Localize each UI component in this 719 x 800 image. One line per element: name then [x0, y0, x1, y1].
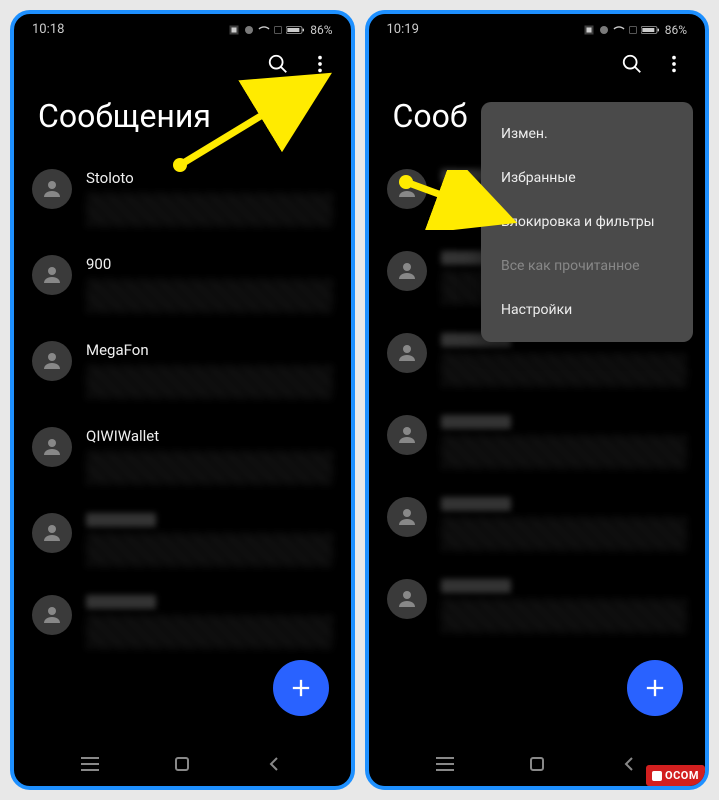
context-menu: Измен. Избранные Блокировка и фильтры Вс… — [481, 102, 693, 342]
phone-screenshot-left: 10:18 86% Сообщения Stoloto — [10, 10, 355, 790]
contact-name-blurred — [441, 415, 511, 429]
avatar — [387, 415, 427, 455]
message-preview-blurred — [86, 533, 333, 567]
message-preview-blurred — [441, 517, 688, 551]
status-time: 10:19 — [387, 22, 419, 37]
conversation-item[interactable]: Stoloto — [32, 159, 333, 245]
search-icon[interactable] — [621, 53, 643, 79]
watermark-logo: OCOM — [646, 765, 705, 786]
nav-back-icon[interactable] — [617, 752, 641, 776]
message-preview-blurred — [441, 599, 688, 633]
avatar — [32, 255, 72, 295]
nav-home-icon[interactable] — [525, 752, 549, 776]
contact-name: QIWIWallet — [86, 427, 333, 445]
avatar — [387, 333, 427, 373]
contact-name-blurred — [441, 497, 511, 511]
battery-percent: 86% — [310, 23, 332, 37]
status-time: 10:18 — [32, 22, 64, 37]
message-preview-blurred — [86, 615, 333, 649]
conversation-item[interactable]: QIWIWallet — [32, 417, 333, 503]
battery-percent: 86% — [665, 23, 687, 37]
message-preview-blurred — [86, 451, 333, 485]
menu-item-settings[interactable]: Настройки — [481, 288, 693, 332]
status-indicators: 86% — [228, 23, 332, 37]
contact-name-blurred — [86, 595, 156, 609]
conversation-item[interactable] — [387, 569, 688, 651]
conversation-item[interactable]: MegaFon — [32, 331, 333, 417]
avatar — [32, 169, 72, 209]
contact-name: 900 — [86, 255, 333, 273]
phone-screenshot-right: 10:19 86% Сооб Измен. Избранные Блокиров… — [365, 10, 710, 790]
contact-name-blurred — [86, 513, 156, 527]
message-preview-blurred — [441, 435, 688, 469]
status-indicators: 86% — [583, 23, 687, 37]
contact-name: MegaFon — [86, 341, 333, 359]
contact-name: Stoloto — [86, 169, 333, 187]
nav-back-icon[interactable] — [262, 752, 286, 776]
avatar — [32, 341, 72, 381]
avatar — [32, 427, 72, 467]
more-menu-icon[interactable] — [309, 53, 331, 79]
menu-item-block-filters[interactable]: Блокировка и фильтры — [481, 200, 693, 244]
message-preview-blurred — [86, 193, 333, 227]
navigation-bar — [14, 742, 351, 786]
status-bar: 10:19 86% — [369, 14, 706, 41]
message-preview-blurred — [86, 365, 333, 399]
avatar — [387, 497, 427, 537]
menu-item-mark-all-read: Все как прочитанное — [481, 244, 693, 288]
avatar — [387, 579, 427, 619]
contact-name-blurred — [441, 579, 511, 593]
avatar — [387, 169, 427, 209]
nav-menu-icon[interactable] — [433, 752, 457, 776]
compose-button[interactable] — [273, 660, 329, 716]
page-title: Сообщения — [14, 87, 351, 159]
compose-button[interactable] — [627, 660, 683, 716]
avatar — [387, 251, 427, 291]
message-preview-blurred — [441, 353, 688, 387]
nav-menu-icon[interactable] — [78, 752, 102, 776]
menu-item-edit[interactable]: Измен. — [481, 112, 693, 156]
search-icon[interactable] — [267, 53, 289, 79]
more-menu-icon[interactable] — [663, 53, 685, 79]
conversation-item[interactable]: 900 — [32, 245, 333, 331]
toolbar — [14, 41, 351, 87]
nav-home-icon[interactable] — [170, 752, 194, 776]
avatar — [32, 513, 72, 553]
watermark-text: OCOM — [665, 769, 699, 782]
menu-item-favorites[interactable]: Избранные — [481, 156, 693, 200]
status-bar: 10:18 86% — [14, 14, 351, 41]
conversation-item[interactable] — [387, 487, 688, 569]
avatar — [32, 595, 72, 635]
conversation-item[interactable] — [32, 503, 333, 585]
conversation-item[interactable] — [387, 405, 688, 487]
conversation-item[interactable] — [32, 585, 333, 667]
toolbar — [369, 41, 706, 87]
conversation-list: Stoloto 900 MegaFon QIWIWallet — [14, 159, 351, 667]
message-preview-blurred — [86, 279, 333, 313]
